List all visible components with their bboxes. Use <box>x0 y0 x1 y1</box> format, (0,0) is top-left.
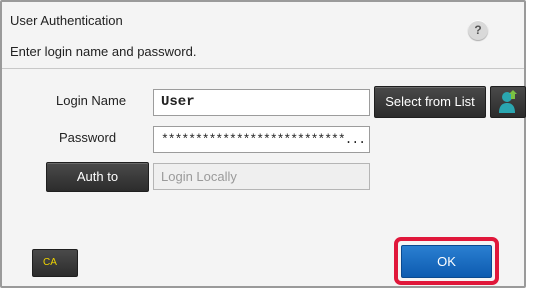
select-from-list-button[interactable]: Select from List <box>374 86 486 118</box>
ca-button[interactable]: CA <box>32 249 78 277</box>
ok-button[interactable]: OK <box>401 245 492 278</box>
divider <box>2 68 524 69</box>
user-select-button[interactable] <box>490 86 526 118</box>
auth-to-field: Login Locally <box>153 163 370 190</box>
dialog-title: User Authentication <box>10 13 123 28</box>
dialog-subtitle: Enter login name and password. <box>10 44 197 59</box>
password-input[interactable]: ***************************... <box>153 126 370 153</box>
auth-to-button[interactable]: Auth to <box>46 162 149 192</box>
login-name-input[interactable]: User <box>153 89 370 116</box>
login-name-label: Login Name <box>56 93 127 108</box>
user-add-icon <box>499 90 517 113</box>
screen: User Authentication ? Enter login name a… <box>0 0 546 296</box>
auth-dialog: User Authentication ? Enter login name a… <box>0 0 526 288</box>
help-button[interactable]: ? <box>468 20 488 40</box>
password-label: Password <box>59 130 117 145</box>
